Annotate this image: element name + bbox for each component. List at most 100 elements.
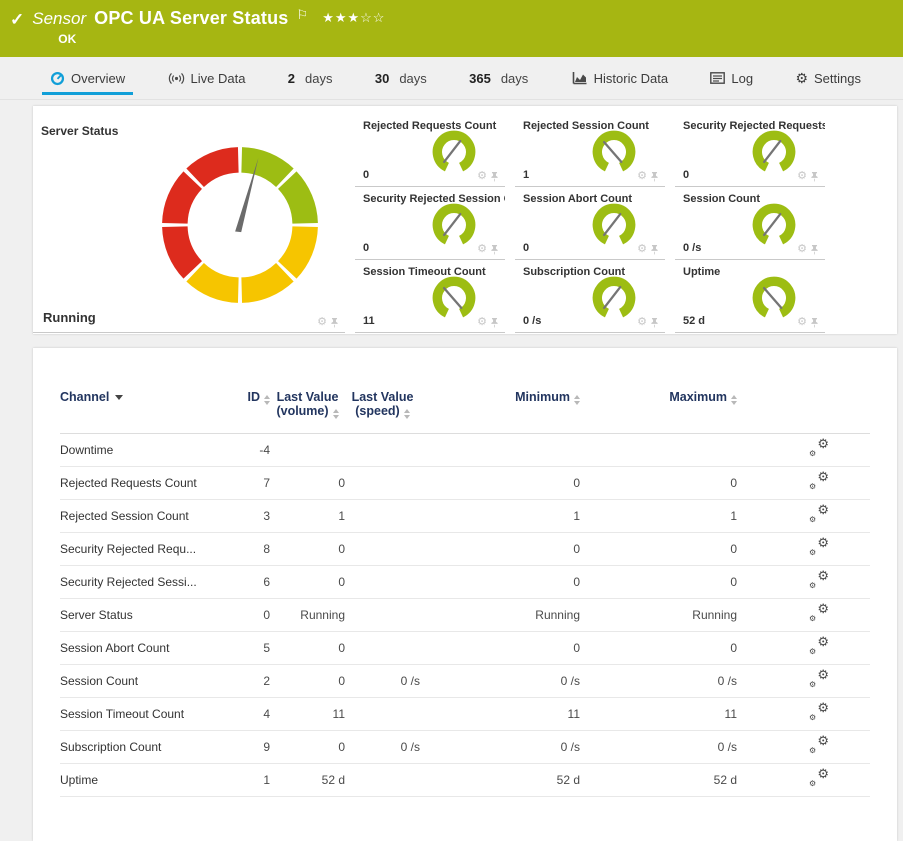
gear-icon: ⚙ (809, 681, 816, 689)
tab-settings[interactable]: ⚙ Settings (795, 57, 861, 99)
pin-icon[interactable] (490, 244, 499, 255)
pin-icon[interactable] (650, 171, 659, 182)
tab-live-data[interactable]: Live Data (168, 57, 246, 99)
channel-name-link[interactable]: Rejected Requests Count (60, 466, 212, 499)
channel-name-link[interactable]: Subscription Count (60, 730, 212, 763)
gear-icon[interactable]: ⚙ (477, 171, 487, 182)
channel-maximum: 0 (580, 532, 737, 565)
gauge-cell-security-rejected-session-count: Security Rejected Session Co... 0 ⚙ (355, 187, 505, 260)
channel-name-link[interactable]: Security Rejected Requ... (60, 532, 212, 565)
pin-icon[interactable] (650, 244, 659, 255)
channel-settings-icon[interactable]: ⚙⚙ (809, 571, 829, 589)
channel-settings-icon[interactable]: ⚙⚙ (809, 472, 829, 490)
channel-id: 7 (212, 466, 270, 499)
channel-name-link[interactable]: Session Count (60, 664, 212, 697)
channel-settings-icon[interactable]: ⚙⚙ (809, 769, 829, 787)
pin-icon[interactable] (490, 171, 499, 182)
flag-icon[interactable]: ⚐ (297, 7, 309, 23)
gear-icon[interactable]: ⚙ (797, 244, 807, 255)
tab-label: Log (731, 71, 753, 86)
gear-icon[interactable]: ⚙ (637, 317, 647, 328)
channel-last-value-speed (345, 598, 420, 631)
channel-settings-icon[interactable]: ⚙⚙ (809, 637, 829, 655)
pin-icon[interactable] (810, 317, 819, 328)
column-header-last-value-volume[interactable]: Last Value (volume) (270, 348, 345, 433)
priority-stars[interactable]: ★★★☆☆ (322, 10, 385, 26)
gear-icon: ⚙ (809, 450, 816, 458)
channel-minimum (420, 433, 580, 466)
channel-minimum: 52 d (420, 763, 580, 796)
gauge-value: 1 (523, 169, 529, 181)
tab-historic-data[interactable]: Historic Data (571, 57, 668, 99)
sort-caret-icon (115, 395, 123, 400)
gear-icon[interactable]: ⚙ (797, 317, 807, 328)
gauge-cell-session-timeout-count: Session Timeout Count 11 ⚙ (355, 260, 505, 333)
channel-name-link[interactable]: Rejected Session Count (60, 499, 212, 532)
gear-icon[interactable]: ⚙ (477, 317, 487, 328)
channel-minimum: 0 (420, 466, 580, 499)
channel-settings-icon[interactable]: ⚙⚙ (809, 703, 829, 721)
gear-icon[interactable]: ⚙ (317, 317, 327, 328)
column-header-channel[interactable]: Channel (60, 348, 212, 433)
channel-settings-icon[interactable]: ⚙⚙ (809, 505, 829, 523)
channel-last-value-speed (345, 565, 420, 598)
channel-id: 6 (212, 565, 270, 598)
gauge-cell-server-status: Server Status Running ⚙ (33, 114, 345, 333)
mini-gauge (589, 273, 639, 323)
channel-settings-icon[interactable]: ⚙⚙ (809, 538, 829, 556)
column-header-last-value-speed[interactable]: Last Value (speed) (345, 348, 420, 433)
column-label: Channel (60, 390, 109, 404)
table-header-row: Channel ID Last Value (volume) Last Valu… (60, 348, 870, 433)
column-header-id[interactable]: ID (212, 348, 270, 433)
sensor-title-block: Sensor OPC UA Server Status ⚐ ★★★☆☆ OK (32, 8, 385, 46)
gear-icon[interactable]: ⚙ (477, 244, 487, 255)
cell-actions: ⚙ (797, 317, 819, 328)
table-row-uptime: Uptime 1 52 d 52 d 52 d ⚙⚙ (60, 763, 870, 796)
channel-name-link[interactable]: Session Abort Count (60, 631, 212, 664)
tab-365-days[interactable]: 365days (469, 57, 528, 99)
pin-icon[interactable] (810, 171, 819, 182)
gauge-cell-rejected-session-count: Rejected Session Count 1 ⚙ (515, 114, 665, 187)
pin-icon[interactable] (810, 244, 819, 255)
channel-settings-icon[interactable]: ⚙⚙ (809, 670, 829, 688)
pin-icon[interactable] (650, 317, 659, 328)
channel-name-link[interactable]: Security Rejected Sessi... (60, 565, 212, 598)
gauge-value: Running (43, 310, 96, 325)
tab-2-days[interactable]: 2days (288, 57, 333, 99)
sort-arrows-icon (333, 409, 339, 419)
table-row-security-rejected-requests: Security Rejected Requ... 8 0 0 0 ⚙⚙ (60, 532, 870, 565)
column-header-minimum[interactable]: Minimum (420, 348, 580, 433)
object-kind-label: Sensor (32, 9, 86, 29)
gear-icon[interactable]: ⚙ (797, 171, 807, 182)
column-header-maximum[interactable]: Maximum (580, 348, 737, 433)
gauge-value: 11 (363, 315, 375, 327)
gauge-value: 52 d (683, 315, 705, 327)
channel-name-link[interactable]: Uptime (60, 763, 212, 796)
gauge-cell-session-count: Session Count 0 /s ⚙ (675, 187, 825, 260)
channel-name-link[interactable]: Server Status (60, 598, 212, 631)
channel-last-value-volume: 1 (270, 499, 345, 532)
tab-30-days[interactable]: 30days (375, 57, 427, 99)
overview-content: Server Status Running ⚙ Re (0, 100, 903, 841)
gear-icon: ⚙ (817, 602, 829, 615)
gear-icon: ⚙ (817, 734, 829, 747)
channel-id: 5 (212, 631, 270, 664)
channel-settings-icon[interactable]: ⚙⚙ (809, 736, 829, 754)
channel-name-link[interactable]: Session Timeout Count (60, 697, 212, 730)
tab-overview[interactable]: Overview (50, 57, 125, 99)
channel-maximum: 52 d (580, 763, 737, 796)
channel-maximum: Running (580, 598, 737, 631)
channel-name-link[interactable]: Downtime (60, 433, 212, 466)
channel-last-value-speed (345, 466, 420, 499)
channel-last-value-speed (345, 433, 420, 466)
gear-icon[interactable]: ⚙ (637, 171, 647, 182)
channel-minimum: 0 /s (420, 730, 580, 763)
gauge-value: 0 (363, 242, 369, 254)
pin-icon[interactable] (330, 317, 339, 328)
gear-icon[interactable]: ⚙ (637, 244, 647, 255)
channel-settings-icon[interactable]: ⚙⚙ (809, 604, 829, 622)
gauge-cell-session-abort-count: Session Abort Count 0 ⚙ (515, 187, 665, 260)
pin-icon[interactable] (490, 317, 499, 328)
tab-log[interactable]: Log (710, 57, 753, 99)
channel-settings-icon[interactable]: ⚙⚙ (809, 439, 829, 457)
